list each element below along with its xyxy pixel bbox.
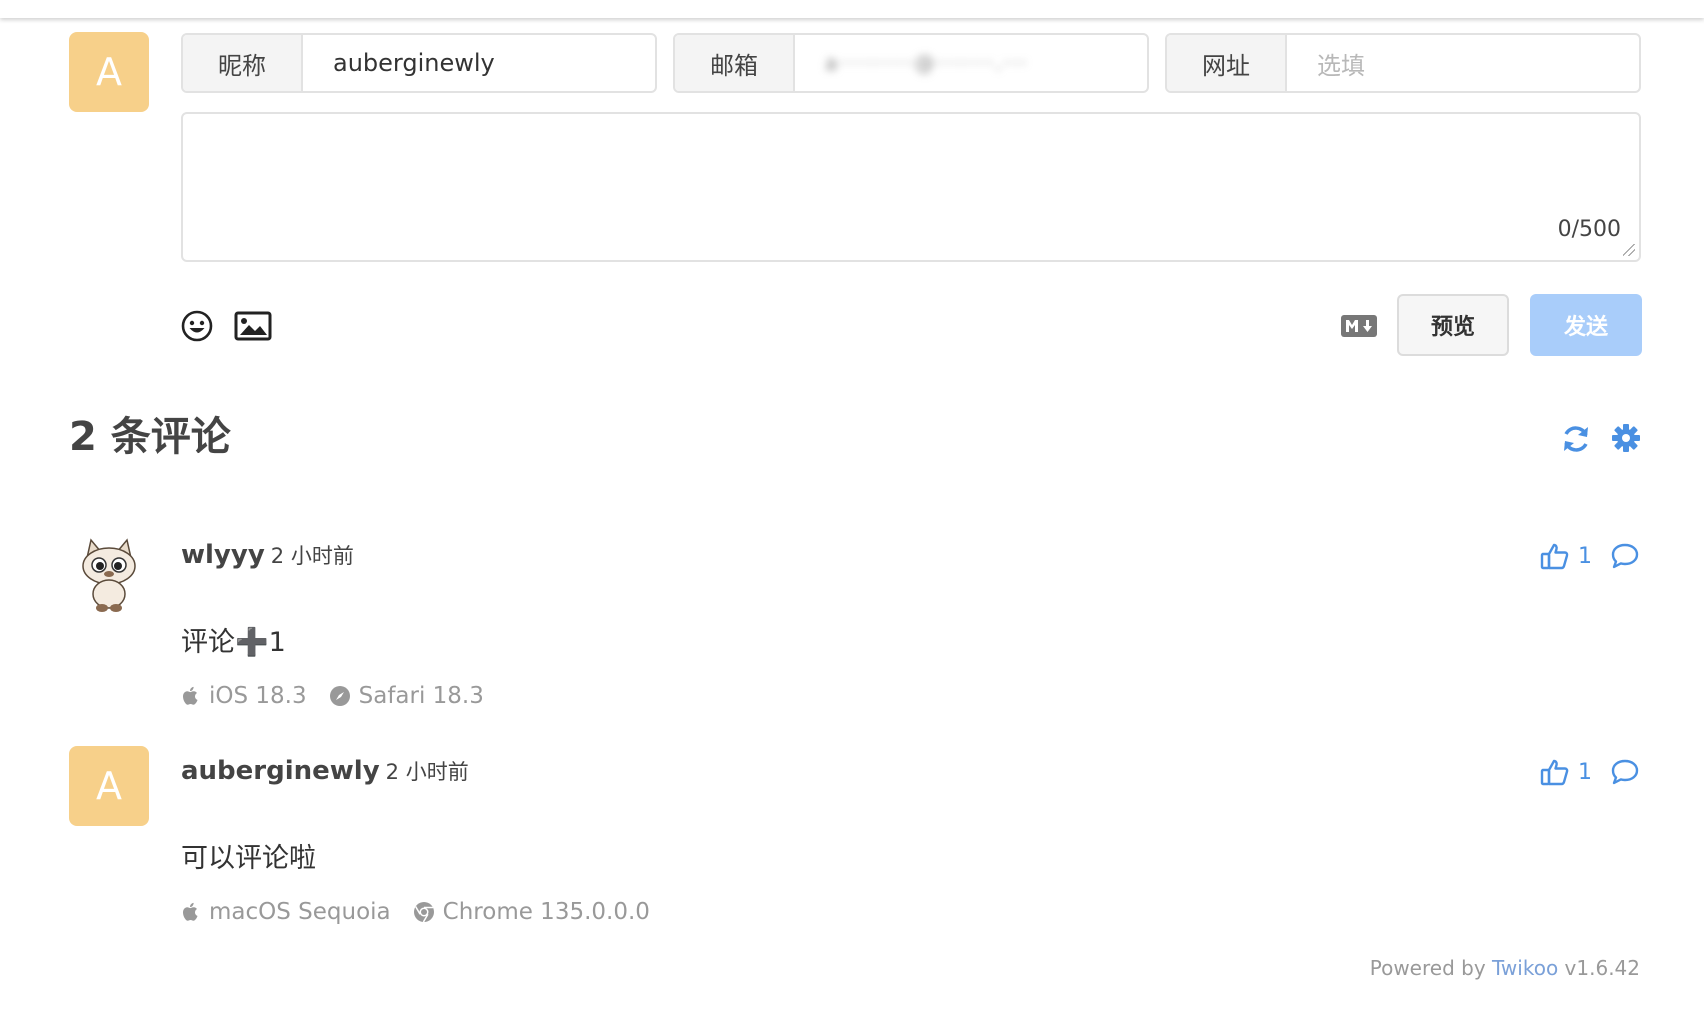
nickname-label: 昵称 [183, 35, 303, 91]
send-button[interactable]: 发送 [1530, 294, 1642, 356]
url-field-group: 网址 选填 [1165, 33, 1641, 93]
comment-time: 2 小时前 [270, 544, 354, 568]
version-text: v1.6.42 [1564, 956, 1640, 980]
apple-icon [183, 686, 198, 705]
resize-handle[interactable] [1623, 244, 1635, 256]
apple-icon [183, 902, 198, 921]
chrome-icon [413, 902, 434, 923]
markdown-icon [1341, 314, 1377, 338]
url-input[interactable]: 选填 [1287, 35, 1639, 91]
comments-count-title: 2 条评论 [69, 414, 231, 460]
author-name[interactable]: auberginewly [181, 756, 380, 786]
like-count: 1 [1578, 543, 1592, 569]
emoji-icon[interactable] [180, 309, 214, 343]
nickname-input[interactable]: auberginewly [303, 35, 655, 91]
powered-prefix: Powered by [1369, 956, 1486, 980]
email-value-blurred: a·········@·······.··· [825, 51, 1029, 75]
like-button[interactable]: 1 [1540, 758, 1592, 786]
commenter-avatar: A [69, 746, 149, 826]
comment-actions: 1 [1540, 542, 1640, 570]
browser-info: Safari 18.3 [329, 683, 484, 709]
comment-textarea[interactable]: 0/500 [181, 112, 1641, 262]
char-counter: 0/500 [1557, 217, 1621, 242]
comment-author[interactable]: wlyyy 2 小时前 [181, 540, 354, 570]
like-button[interactable]: 1 [1540, 542, 1592, 570]
reply-bubble-icon [1611, 759, 1639, 785]
comment-time: 2 小时前 [385, 760, 469, 784]
os-info: iOS 18.3 [181, 683, 307, 709]
browser-text: Safari 18.3 [358, 683, 484, 709]
os-text: iOS 18.3 [209, 683, 307, 709]
powered-by: Powered by Twikoo v1.6.42 [1370, 956, 1640, 980]
thumbs-up-icon [1540, 759, 1569, 786]
safari-compass-icon [329, 686, 350, 706]
comment-body: 评论➕1 [181, 627, 286, 658]
url-label: 网址 [1167, 35, 1287, 91]
reply-bubble-icon [1611, 543, 1639, 569]
avatar-letter: A [96, 50, 122, 94]
reply-button[interactable] [1610, 758, 1640, 786]
comment-meta: macOS Sequoia Chrome 135.0.0.0 [181, 899, 672, 925]
twikoo-link[interactable]: Twikoo [1492, 956, 1558, 980]
browser-info: Chrome 135.0.0.0 [413, 899, 650, 925]
thumbs-up-icon [1540, 543, 1569, 570]
email-input[interactable]: a·········@·······.··· [795, 35, 1147, 91]
nickname-field-group: 昵称 auberginewly [181, 33, 657, 93]
cat-avatar [69, 534, 149, 614]
image-upload-icon[interactable] [234, 310, 272, 342]
comment-meta: iOS 18.3 Safari 18.3 [181, 683, 506, 709]
email-field-group: 邮箱 a·········@·······.··· [673, 33, 1149, 93]
current-user-avatar: A [69, 32, 149, 112]
author-name[interactable]: wlyyy [181, 540, 265, 570]
preview-button[interactable]: 预览 [1397, 294, 1509, 356]
os-text: macOS Sequoia [209, 899, 391, 925]
refresh-icon[interactable] [1559, 422, 1593, 456]
avatar-letter: A [96, 764, 122, 808]
email-label: 邮箱 [675, 35, 795, 91]
os-info: macOS Sequoia [181, 899, 391, 925]
like-count: 1 [1578, 759, 1592, 785]
comment-actions: 1 [1540, 758, 1640, 786]
comment-body: 可以评论啦 [181, 843, 316, 874]
browser-text: Chrome 135.0.0.0 [442, 899, 650, 925]
reply-button[interactable] [1610, 542, 1640, 570]
comment-author[interactable]: auberginewly 2 小时前 [181, 756, 469, 786]
settings-gear-icon[interactable] [1610, 422, 1642, 454]
top-bar-shadow [0, 0, 1704, 18]
